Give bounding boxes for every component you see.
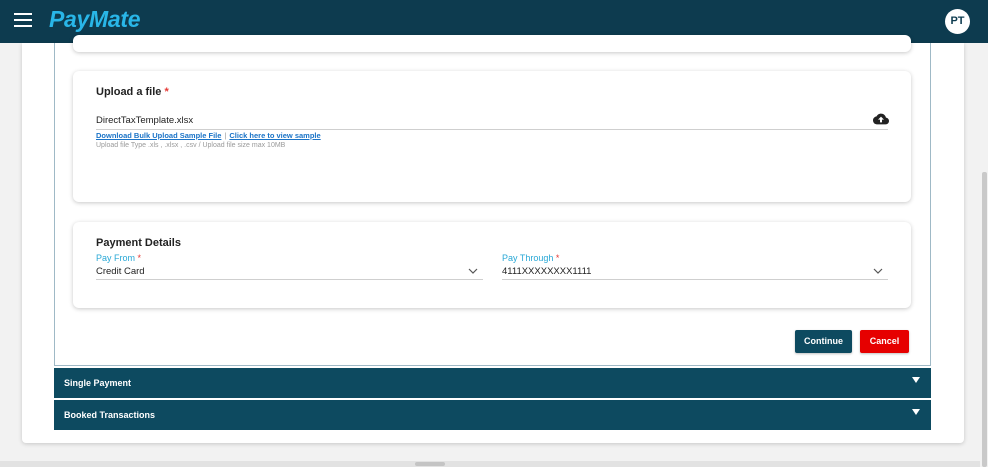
view-sample-link[interactable]: Click here to view sample [229,131,320,140]
upload-title: Upload a file * [96,86,169,98]
cancel-button[interactable]: Cancel [860,330,909,353]
payment-details-card: Payment Details Pay From * Credit Card P… [73,222,911,308]
horizontal-scrollbar-track[interactable] [0,461,980,467]
accordion-label: Single Payment [64,378,132,388]
file-name-input[interactable]: DirectTaxTemplate.xlsx [96,115,193,126]
accordion-single-payment[interactable]: Single Payment [54,368,931,398]
vertical-scrollbar-thumb[interactable] [982,172,987,467]
horizontal-scrollbar-thumb[interactable] [415,462,445,466]
accordion-label: Booked Transactions [64,410,156,420]
upload-links: Download Bulk Upload Sample File | Click h… [96,131,321,140]
pay-from-label-text: Pay From [96,253,136,263]
pay-through-label: Pay Through * [502,253,559,263]
accordion-booked-transactions[interactable]: Booked Transactions [54,400,931,430]
payment-title: Payment Details [96,237,181,249]
required-mark: * [137,253,142,263]
previous-section-card [73,35,911,52]
continue-button[interactable]: Continue [795,330,852,353]
file-input-underline [96,129,888,130]
chevron-down-icon[interactable] [468,268,478,274]
pay-from-select[interactable]: Credit Card [96,266,145,277]
cloud-upload-icon[interactable] [873,113,889,125]
required-mark: * [555,253,560,263]
hamburger-menu-icon[interactable] [14,13,32,27]
pay-from-underline [96,279,483,280]
pay-through-select[interactable]: 4111XXXXXXXX1111 [502,266,591,277]
pay-from-label: Pay From * [96,253,141,263]
required-mark: * [164,86,169,98]
pay-through-label-text: Pay Through [502,253,554,263]
user-avatar[interactable]: PT [945,9,970,34]
upload-title-text: Upload a file [96,86,162,98]
pay-through-underline [502,279,888,280]
link-separator: | [224,131,227,140]
download-sample-link[interactable]: Download Bulk Upload Sample File [96,131,221,140]
chevron-down-icon[interactable] [873,268,883,274]
upload-hint: Upload file Type .xls , .xlsx , .csv / U… [96,142,286,149]
brand-logo[interactable]: PayMate [49,6,141,33]
caret-down-icon[interactable] [912,409,920,415]
caret-down-icon[interactable] [912,377,920,383]
upload-file-card: Upload a file * DirectTaxTemplate.xlsx D… [73,71,911,202]
